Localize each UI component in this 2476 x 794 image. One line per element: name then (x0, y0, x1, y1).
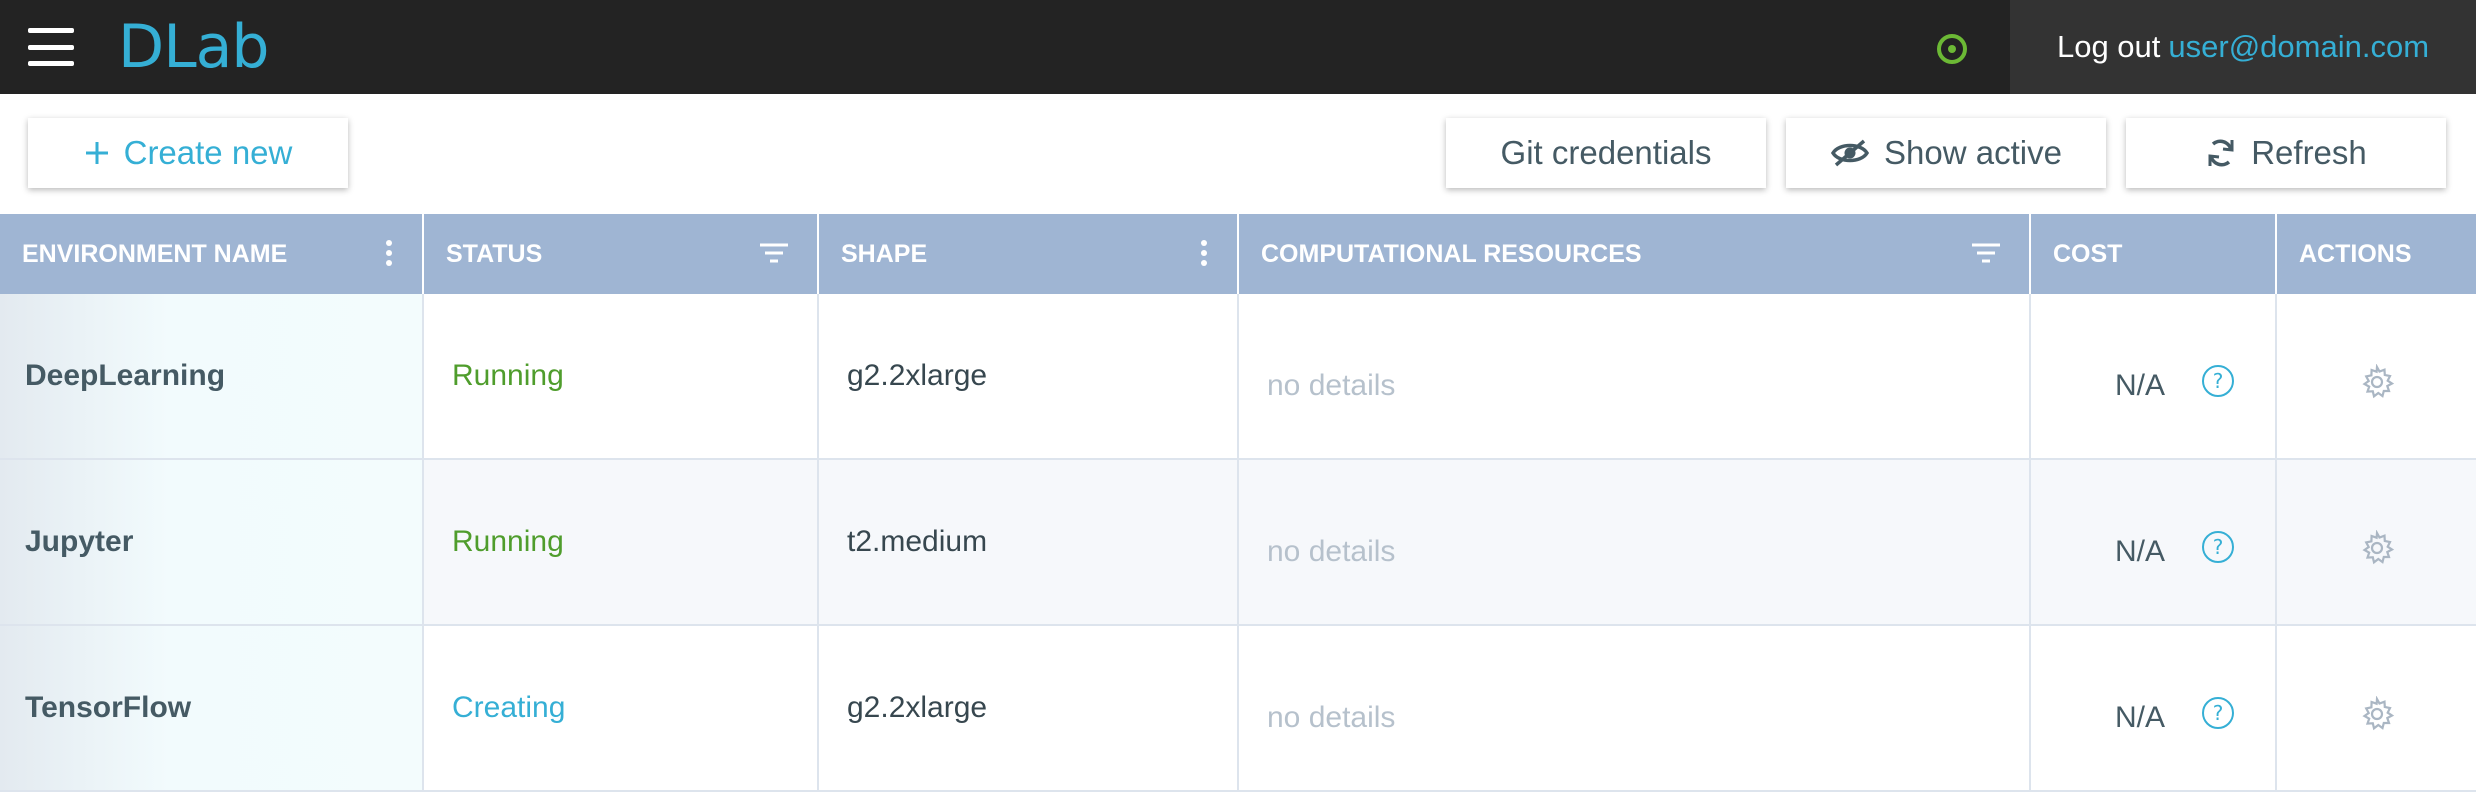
svg-text:?: ? (2213, 369, 2224, 393)
show-active-label: Show active (1884, 134, 2062, 171)
refresh-label: Refresh (2251, 134, 2367, 171)
column-header-cost: COST (2031, 214, 2277, 294)
actions-cell (2277, 626, 2476, 790)
refresh-icon (2205, 136, 2237, 170)
show-active-button[interactable]: Show active (1786, 118, 2106, 188)
question-circle-icon[interactable]: ? (2201, 364, 2235, 406)
gear-icon[interactable] (2359, 529, 2395, 574)
status-indicator-icon[interactable] (1937, 34, 1967, 64)
resources-text: no details (1239, 626, 2031, 790)
table-header: ENVIRONMENT NAME STATUS SHAPE COMPUTATIO… (0, 214, 2476, 294)
eye-off-icon (1830, 138, 1870, 168)
gear-icon[interactable] (2359, 363, 2395, 408)
refresh-button[interactable]: Refresh (2126, 118, 2446, 188)
shape-text: g2.2xlarge (819, 294, 1239, 458)
status-text: Running (424, 460, 819, 624)
vertical-dots-icon[interactable] (1199, 238, 1209, 275)
filter-icon[interactable] (759, 242, 789, 271)
app-logo[interactable]: DLab (118, 12, 269, 82)
user-email: user@domain.com (2168, 29, 2430, 64)
question-circle-icon[interactable]: ? (2201, 696, 2235, 738)
question-circle-icon[interactable]: ? (2201, 530, 2235, 572)
column-header-actions: ACTIONS (2299, 239, 2412, 268)
cost-text: N/A (2114, 701, 2165, 734)
create-new-label: Create new (123, 134, 293, 171)
resources-text: no details (1239, 460, 2031, 624)
filter-icon[interactable] (1971, 242, 2001, 271)
cost-cell: N/A ? (2031, 460, 2277, 624)
vertical-dots-icon[interactable] (384, 238, 394, 275)
table-row: DeepLearning Running g2.2xlarge no detai… (0, 294, 2476, 460)
svg-text:?: ? (2213, 535, 2224, 559)
cost-text: N/A (2114, 369, 2165, 402)
cost-cell: N/A ? (2031, 294, 2277, 458)
environment-name: TensorFlow (0, 626, 424, 790)
status-text: Creating (424, 626, 819, 790)
git-credentials-label: Git credentials (1500, 134, 1712, 171)
shape-text: g2.2xlarge (819, 626, 1239, 790)
table-row: TensorFlow Creating g2.2xlarge no detail… (0, 626, 2476, 792)
plus-icon (84, 140, 110, 166)
gear-icon[interactable] (2359, 695, 2395, 740)
column-header-name: ENVIRONMENT NAME (0, 214, 424, 294)
status-text: Running (424, 294, 819, 458)
shape-text: t2.medium (819, 460, 1239, 624)
top-navbar: DLab Log out user@domain.com (0, 0, 2476, 94)
column-header-resources: COMPUTATIONAL RESOURCES (1239, 214, 2031, 294)
svg-text:?: ? (2213, 701, 2224, 725)
user-menu: Log out user@domain.com (2010, 0, 2476, 94)
actions-cell (2277, 460, 2476, 624)
cost-text: N/A (2114, 535, 2165, 568)
git-credentials-button[interactable]: Git credentials (1446, 118, 1766, 188)
hamburger-menu-icon[interactable] (28, 28, 78, 66)
environment-name: DeepLearning (0, 294, 424, 458)
environment-name: Jupyter (0, 460, 424, 624)
cost-cell: N/A ? (2031, 626, 2277, 790)
actions-cell (2277, 294, 2476, 458)
table-row: Jupyter Running t2.medium no details N/A… (0, 460, 2476, 626)
column-header-shape: SHAPE (819, 214, 1239, 294)
create-new-button[interactable]: Create new (28, 118, 348, 188)
logout-link[interactable]: Log out (2057, 29, 2160, 65)
column-header-status: STATUS (424, 214, 819, 294)
resources-text: no details (1239, 294, 2031, 458)
